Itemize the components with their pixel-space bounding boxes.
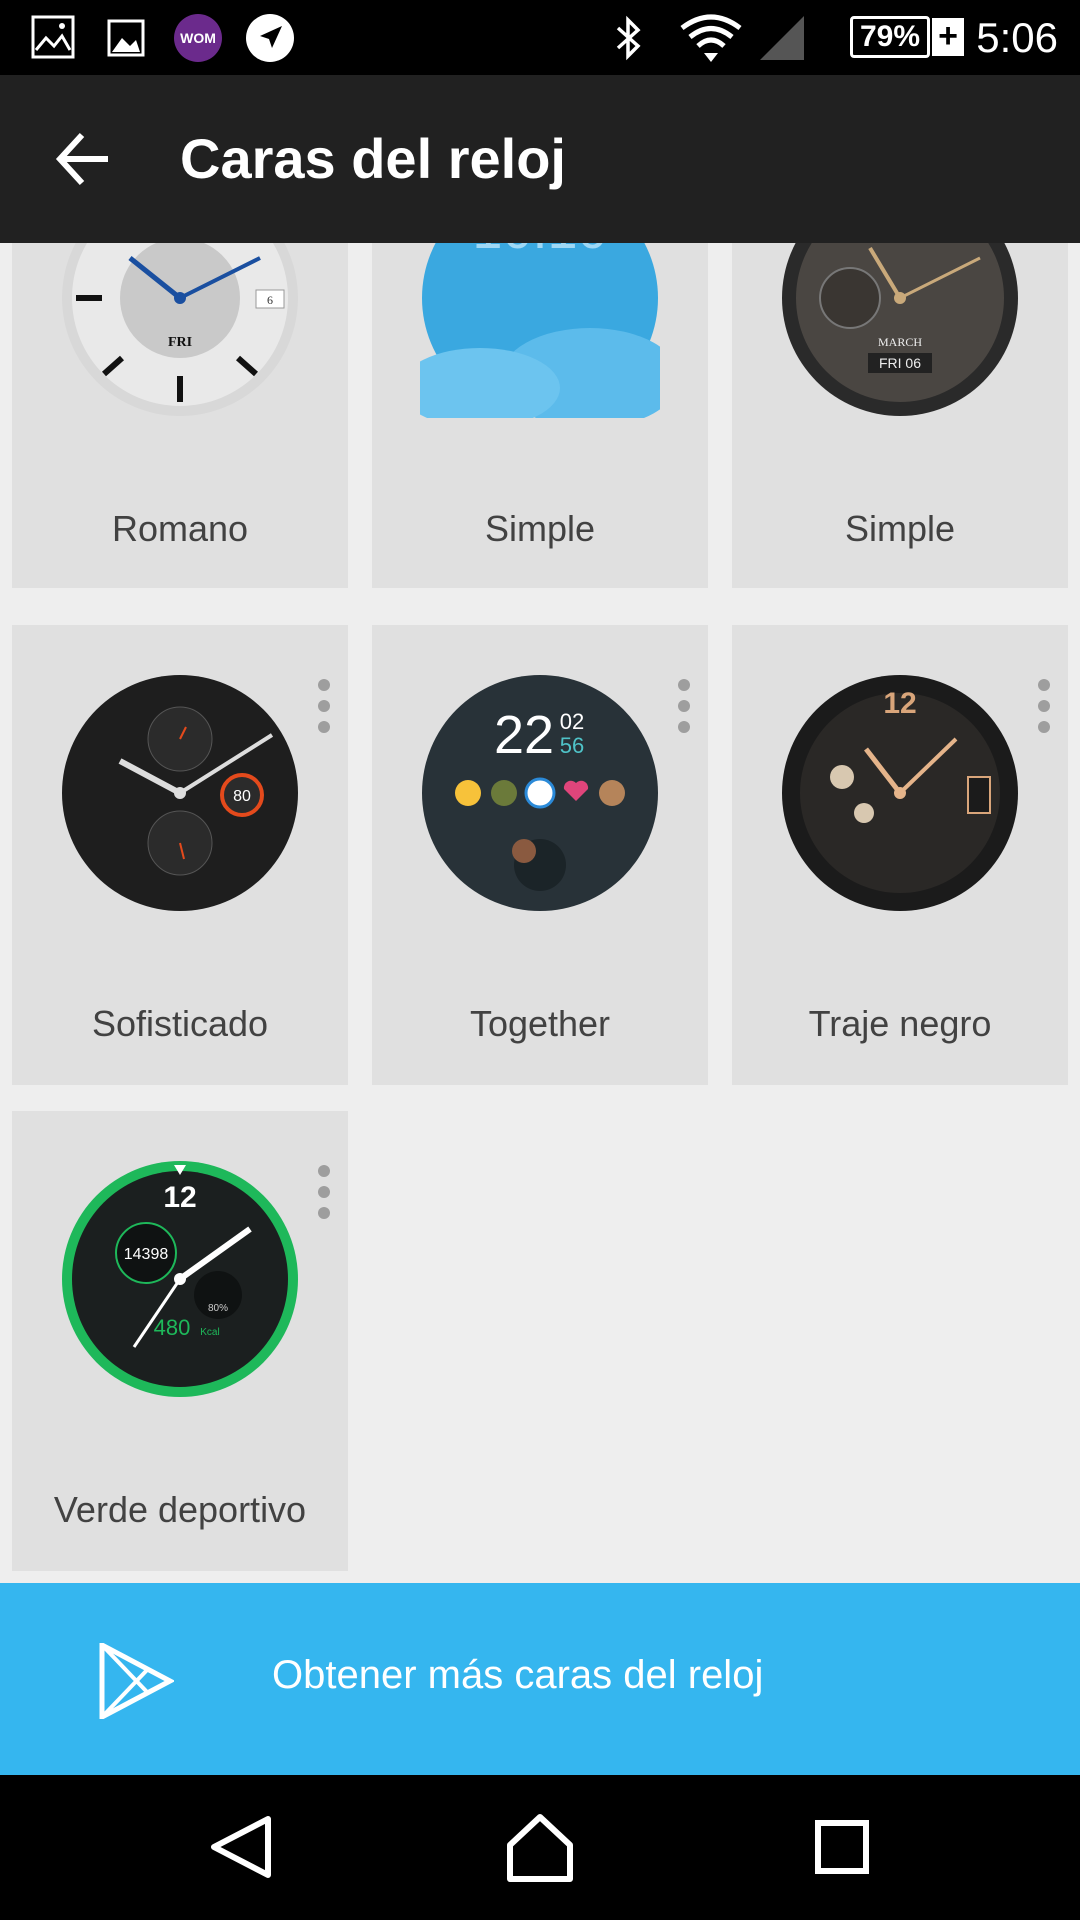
watch-face-label: Simple: [844, 508, 956, 549]
overflow-menu-icon[interactable]: [312, 1165, 336, 1225]
watch-face-preview: 10:10: [420, 243, 660, 418]
watch-face-label: Romano: [111, 508, 249, 549]
svg-text:80%: 80%: [208, 1303, 228, 1314]
watch-face-label: Sofisticado: [91, 1003, 269, 1044]
status-time: 5:06: [976, 14, 1058, 61]
watch-face-label: Verde deportivo: [53, 1489, 307, 1530]
watch-face-preview: MARCH FRI 06: [782, 243, 1018, 416]
get-more-label: Obtener más caras del reloj: [272, 1653, 764, 1697]
signal-icon: [760, 16, 804, 60]
svg-text:14398: 14398: [124, 1246, 169, 1263]
play-store-icon: [99, 1643, 174, 1719]
bluetooth-icon: [616, 15, 641, 61]
wom-icon: WOM: [174, 14, 222, 62]
svg-text:02: 02: [560, 709, 584, 734]
wifi-icon: [680, 14, 742, 62]
navigation-icon: [246, 14, 294, 62]
status-bar: WOM 79% + 5:06: [0, 0, 1080, 75]
svg-text:FRI 06: FRI 06: [879, 355, 921, 371]
watch-face-card-romano[interactable]: 6 FRI Romano: [12, 243, 348, 588]
overflow-menu-icon[interactable]: [312, 679, 336, 739]
svg-text:480: 480: [154, 1315, 191, 1340]
gallery-icon: [107, 19, 145, 57]
watch-face-preview: 22 02 56: [422, 675, 658, 911]
svg-text:6: 6: [267, 293, 273, 307]
watch-face-card-simple-blue[interactable]: 10:10 Simple: [372, 243, 708, 588]
watch-face-preview: 80: [62, 675, 298, 911]
home-icon[interactable]: [498, 1805, 582, 1889]
watch-face-grid: 6 FRI Romano 10:10 Simple MARCH FRI 06: [0, 243, 1080, 1583]
overflow-menu-icon[interactable]: [672, 679, 696, 739]
svg-text:56: 56: [560, 733, 584, 758]
watch-face-card-sofisticado[interactable]: 80 Sofisticado: [12, 625, 348, 1085]
charging-indicator: +: [932, 18, 964, 56]
image-icon: [31, 15, 75, 59]
svg-text:MARCH: MARCH: [878, 335, 922, 349]
watch-face-preview: 12 14398 80% 480 Kcal: [62, 1161, 298, 1397]
recents-icon[interactable]: [800, 1805, 884, 1889]
svg-text:Kcal: Kcal: [200, 1327, 219, 1338]
watch-face-label: Together: [469, 1003, 611, 1044]
watch-face-card-verde-deportivo[interactable]: 12 14398 80% 480 Kcal Verde deportivo: [12, 1111, 348, 1571]
app-bar: Caras del reloj: [0, 75, 1080, 243]
overflow-menu-icon[interactable]: [1032, 679, 1056, 739]
watch-face-label: Traje negro: [808, 1003, 992, 1044]
watch-face-preview: 12: [782, 675, 1018, 911]
watch-face-card-traje-negro[interactable]: 12 Traje negro: [732, 625, 1068, 1085]
navigation-bar: [0, 1775, 1080, 1920]
watch-face-card-simple-dark[interactable]: MARCH FRI 06 Simple: [732, 243, 1068, 588]
svg-text:10:10: 10:10: [472, 243, 607, 260]
watch-face-card-together[interactable]: 22 02 56 Together: [372, 625, 708, 1085]
get-more-watch-faces-button[interactable]: Obtener más caras del reloj: [0, 1583, 1080, 1775]
arrow-back-icon[interactable]: [50, 125, 118, 193]
svg-text:12: 12: [163, 1181, 196, 1214]
watch-face-label: Simple: [484, 508, 596, 549]
svg-text:FRI: FRI: [168, 335, 192, 350]
svg-text:80: 80: [233, 788, 251, 805]
svg-text:12: 12: [883, 687, 916, 720]
page-title: Caras del reloj: [180, 127, 566, 190]
watch-face-preview: 6 FRI: [62, 243, 298, 416]
battery-icon: 79%: [850, 16, 930, 58]
back-triangle-icon[interactable]: [200, 1805, 284, 1889]
svg-text:22: 22: [494, 705, 554, 765]
